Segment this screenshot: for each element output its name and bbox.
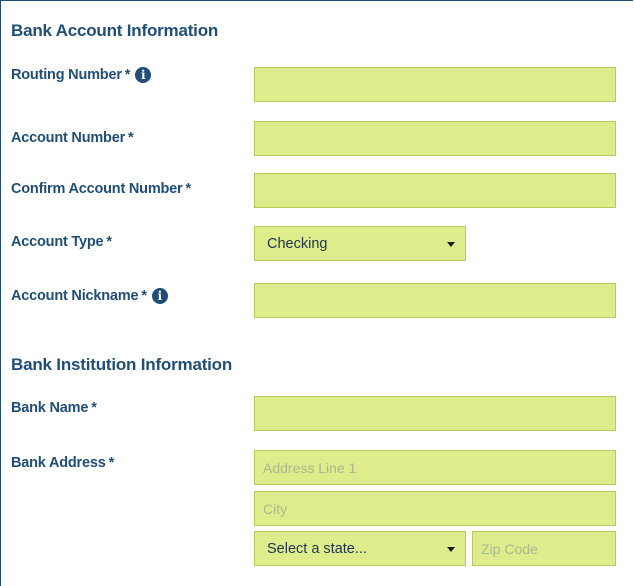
account-type-select[interactable]: Checking bbox=[254, 226, 466, 261]
bank-name-label-text: Bank Name bbox=[11, 400, 89, 416]
city-input[interactable] bbox=[254, 491, 616, 526]
routing-number-label-text: Routing Number bbox=[11, 67, 122, 83]
zip-code-input[interactable] bbox=[472, 531, 616, 566]
info-icon[interactable]: i bbox=[135, 67, 152, 83]
account-nickname-label: Account Nickname * i bbox=[11, 288, 168, 304]
chevron-down-icon bbox=[447, 546, 455, 552]
account-nickname-label-text: Account Nickname bbox=[11, 288, 139, 304]
account-number-input[interactable] bbox=[254, 121, 616, 156]
account-type-label: Account Type * bbox=[11, 234, 112, 250]
bank-institution-section-title: Bank Institution Information bbox=[11, 355, 233, 374]
bank-form-panel: Bank Account Information Routing Number … bbox=[0, 0, 633, 586]
confirm-account-number-label: Confirm Account Number * bbox=[11, 181, 191, 197]
routing-number-label: Routing Number * i bbox=[11, 67, 152, 83]
info-icon[interactable]: i bbox=[151, 288, 168, 304]
bank-name-label: Bank Name * bbox=[11, 400, 97, 416]
account-type-value: Checking bbox=[267, 235, 328, 252]
required-asterisk: * bbox=[141, 288, 147, 304]
account-number-label: Account Number * bbox=[11, 130, 134, 146]
required-asterisk: * bbox=[128, 130, 134, 146]
confirm-account-number-input[interactable] bbox=[254, 173, 616, 208]
required-asterisk: * bbox=[106, 234, 112, 250]
bank-account-section-title: Bank Account Information bbox=[11, 21, 219, 40]
account-number-label-text: Account Number bbox=[11, 130, 126, 146]
required-asterisk: * bbox=[91, 400, 97, 416]
confirm-account-number-label-text: Confirm Account Number bbox=[11, 181, 183, 197]
account-type-label-text: Account Type bbox=[11, 234, 104, 250]
required-asterisk: * bbox=[124, 67, 131, 83]
required-asterisk: * bbox=[108, 455, 115, 471]
state-select[interactable]: Select a state... bbox=[254, 531, 466, 566]
routing-number-input[interactable] bbox=[254, 67, 616, 102]
required-asterisk: * bbox=[185, 181, 191, 197]
state-select-value: Select a state... bbox=[267, 540, 367, 557]
address-line-1-input[interactable] bbox=[254, 450, 616, 485]
bank-name-input[interactable] bbox=[254, 396, 616, 431]
chevron-down-icon bbox=[447, 241, 455, 247]
account-nickname-input[interactable] bbox=[254, 283, 616, 318]
bank-address-label: Bank Address * bbox=[11, 455, 114, 471]
bank-address-label-text: Bank Address bbox=[11, 455, 106, 471]
